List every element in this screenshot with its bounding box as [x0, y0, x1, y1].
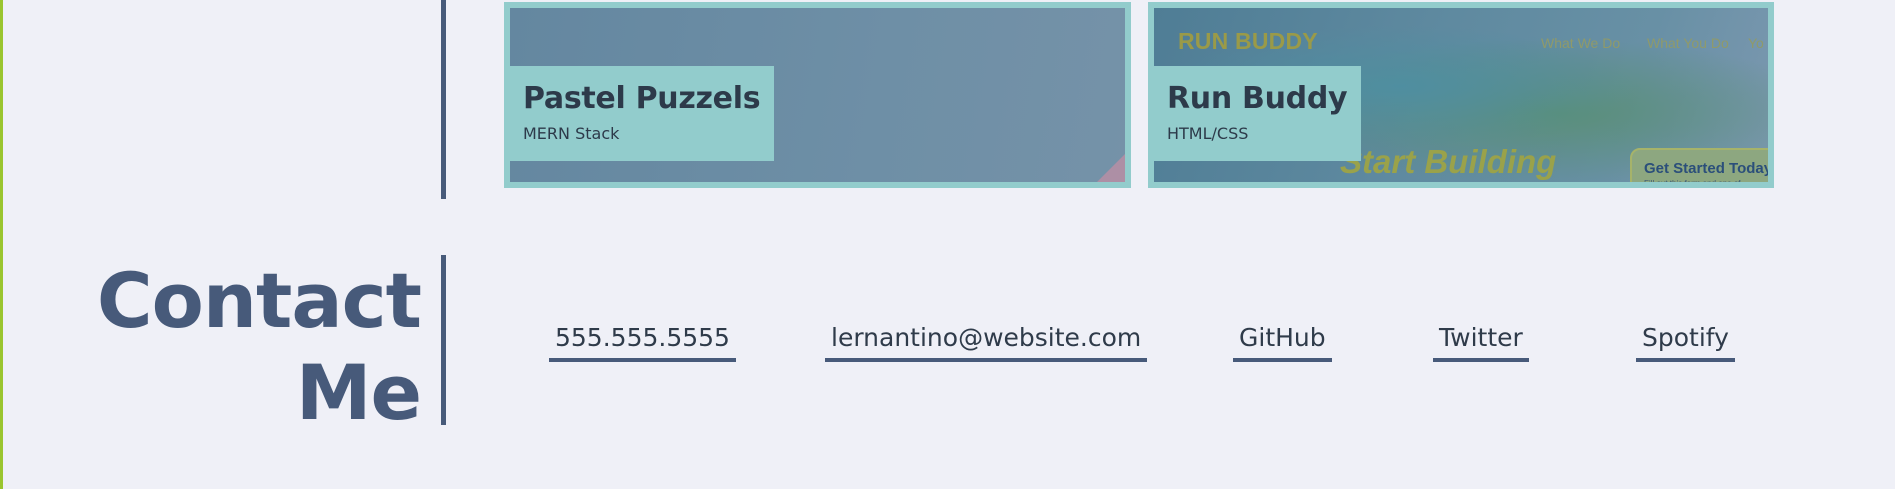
preview-nav-item: What You Do [1647, 35, 1729, 51]
preview-nav-item: Yo [1748, 35, 1764, 51]
project-tech: HTML/CSS [1167, 124, 1249, 143]
preview-cta-subtitle: Fill out this form and one of [1644, 179, 1741, 188]
project-card-run-buddy[interactable]: RUN BUDDY What We Do What You Do Yo Star… [1148, 2, 1774, 188]
contact-heading: Contact Me [96, 255, 422, 439]
project-preview-corner [1097, 154, 1125, 182]
contact-heading-line1: Contact [96, 256, 422, 345]
project-label: Run Buddy HTML/CSS [1154, 66, 1362, 161]
contact-heading-line2: Me [295, 348, 422, 437]
twitter-link[interactable]: Twitter [1433, 322, 1529, 362]
work-section-divider [441, 0, 446, 199]
project-title: Run Buddy [1167, 81, 1348, 116]
project-tech: MERN Stack [523, 124, 620, 143]
project-title: Pastel Puzzels [523, 81, 761, 116]
project-label: Pastel Puzzels MERN Stack [510, 66, 775, 161]
preview-cta-title: Get Started Today [1644, 160, 1773, 177]
left-accent-bar [0, 0, 3, 489]
preview-cta-box: Get Started Today Fill out this form and… [1630, 148, 1773, 188]
preview-logo: RUN BUDDY [1178, 28, 1318, 54]
email-link[interactable]: lernantino@website.com [825, 322, 1148, 362]
spotify-link[interactable]: Spotify [1636, 322, 1735, 362]
preview-hero-text: Start Building [1340, 143, 1557, 180]
preview-nav-item: What We Do [1541, 35, 1621, 51]
github-link[interactable]: GitHub [1233, 322, 1332, 362]
contact-section-divider [441, 255, 446, 425]
project-card-pastel-puzzels[interactable]: Pastel Puzzels MERN Stack [504, 2, 1131, 188]
phone-link[interactable]: 555.555.5555 [549, 322, 736, 362]
